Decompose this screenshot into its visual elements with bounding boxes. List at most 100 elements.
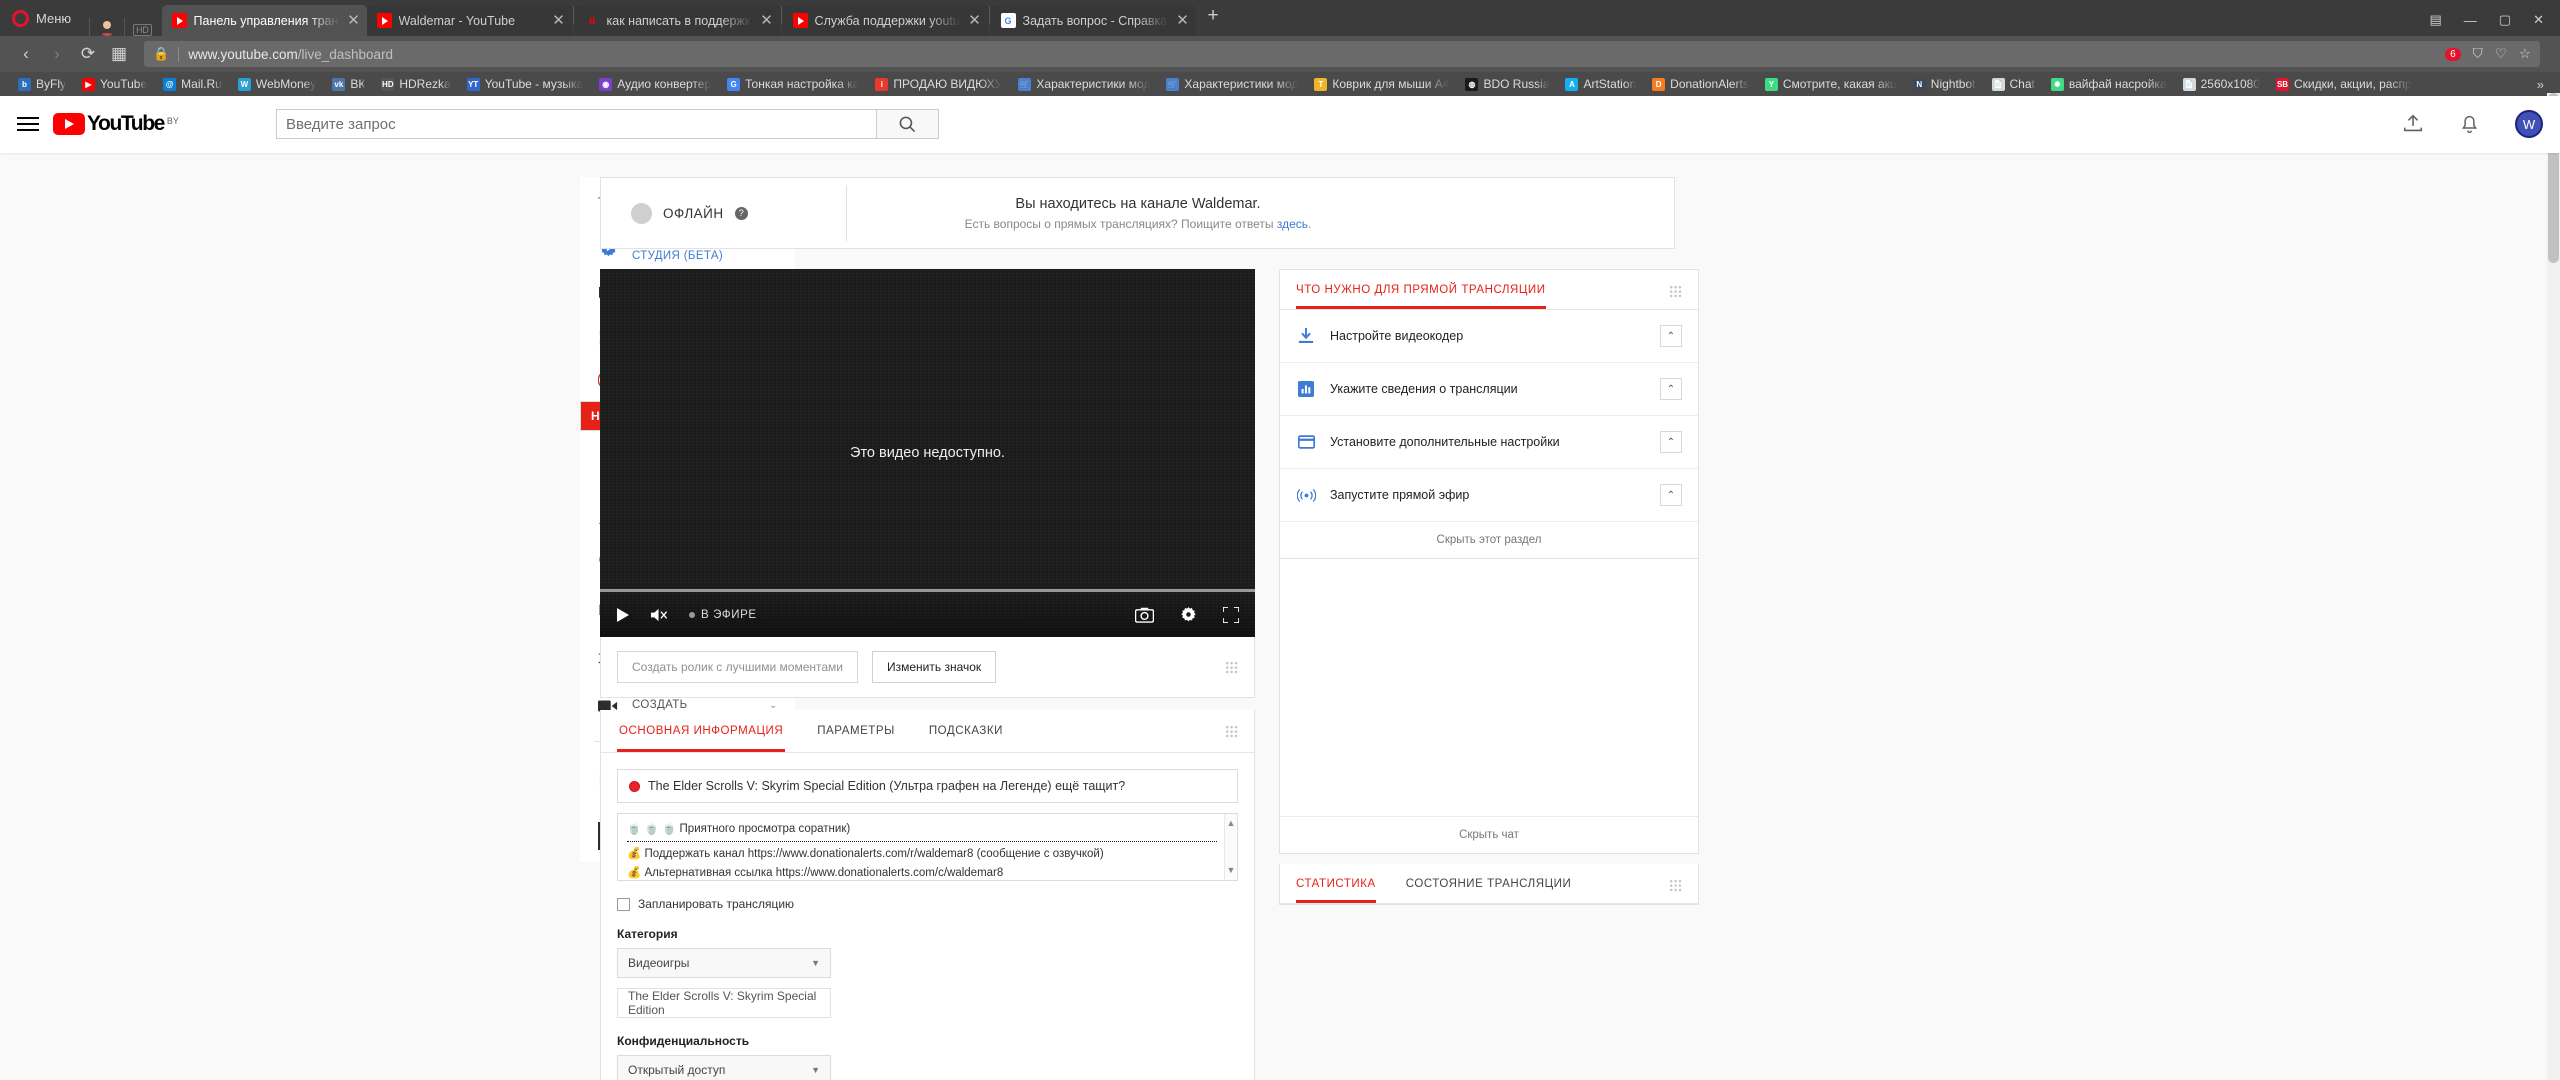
checklist-item-advanced[interactable]: Установите дополнительные настройки ⌃ xyxy=(1280,416,1698,469)
close-window-button[interactable]: ✕ xyxy=(2533,12,2544,28)
browser-tab-1[interactable]: Waldemar - YouTube ✕ xyxy=(366,5,572,36)
camera-icon[interactable] xyxy=(1135,607,1154,623)
bookmark-item[interactable]: Y Смотрите, какая акц xyxy=(1757,72,1905,96)
bookmark-item[interactable]: vk ВК xyxy=(324,72,373,96)
category-select[interactable]: Видеоигры ▼ xyxy=(617,948,831,978)
new-tab-button[interactable]: + xyxy=(1196,6,1231,31)
help-here-link[interactable]: здесь xyxy=(1277,217,1308,231)
scrollbar[interactable]: ▲ ▼ xyxy=(1224,814,1237,880)
checklist-item-golive[interactable]: Запустите прямой эфир ⌃ xyxy=(1280,469,1698,522)
play-icon[interactable] xyxy=(616,607,630,623)
drag-handle-icon[interactable] xyxy=(1225,660,1238,674)
browser-tab-2[interactable]: Я как написать в поддержк ✕ xyxy=(574,5,780,36)
expand-icon[interactable]: ⌃ xyxy=(1660,431,1682,453)
page-scrollbar[interactable] xyxy=(2547,93,2560,1080)
browser-tab-4[interactable]: G Задать вопрос - Справка ✕ xyxy=(990,5,1196,36)
back-button[interactable]: ‹ xyxy=(12,40,40,68)
expand-icon[interactable]: ⌃ xyxy=(1660,325,1682,347)
bookmark-item[interactable]: T Коврик для мыши A4 xyxy=(1306,72,1457,96)
schedule-checkbox[interactable] xyxy=(617,897,630,911)
game-title-input[interactable]: The Elder Scrolls V: Skyrim Special Edit… xyxy=(617,988,831,1018)
hide-chat-link[interactable]: Скрыть чат xyxy=(1280,816,1698,853)
scroll-up-icon[interactable]: ▲ xyxy=(1227,816,1236,831)
tab-parameters[interactable]: ПАРАМЕТРЫ xyxy=(815,710,897,752)
question-mark-icon[interactable]: ? xyxy=(734,206,748,220)
bell-icon[interactable] xyxy=(2459,114,2480,135)
tab-cards[interactable]: ПОДСКАЗКИ xyxy=(927,710,1005,752)
bookmark-item[interactable]: b ByFly xyxy=(10,72,74,96)
tab-statistics[interactable]: СТАТИСТИКА xyxy=(1296,878,1376,903)
bookmarks-overflow-button[interactable]: » xyxy=(2531,77,2550,92)
video-player[interactable]: Это видео недоступно. В ЭФИРЕ xyxy=(600,269,1255,637)
bookmark-item[interactable]: D DonationAlerts xyxy=(1644,72,1757,96)
change-thumbnail-button[interactable]: Изменить значок xyxy=(871,651,997,683)
heart-icon[interactable]: ♡ xyxy=(2495,46,2507,62)
bookmark-item[interactable]: W WebMoney xyxy=(230,72,324,96)
bookmark-star-icon[interactable]: ☆ xyxy=(2519,46,2531,62)
stream-description-textarea[interactable]: 🍵 🍵 🍵 Приятного просмотра соратник) 💰 По… xyxy=(617,813,1238,881)
stream-title-input[interactable]: The Elder Scrolls V: Skyrim Special Edit… xyxy=(617,769,1238,803)
muted-volume-icon[interactable] xyxy=(650,607,669,623)
drag-handle-icon[interactable] xyxy=(1225,724,1238,738)
minimize-button[interactable]: — xyxy=(2464,13,2477,28)
search-icon[interactable] xyxy=(875,109,939,139)
bookmark-item[interactable]: i ПРОДАЮ ВИДЮХУ xyxy=(867,72,1010,96)
address-bar[interactable]: 🔒 www.youtube.com/live_dashboard 6 ⛉ ♡ ☆ xyxy=(144,41,2540,67)
browser-tab-3[interactable]: Служба поддержки youtu ✕ xyxy=(782,5,988,36)
bookmark-item[interactable]: 🛒 Характеристики мод xyxy=(1010,72,1158,96)
opera-menu-button[interactable]: Меню xyxy=(4,0,81,36)
bookmark-item[interactable]: SB Скидки, акции, распр xyxy=(2268,72,2420,96)
bookmark-item[interactable]: 📄 2560x1080 xyxy=(2175,72,2268,96)
profile-avatar-icon[interactable] xyxy=(98,18,117,36)
drag-handle-icon[interactable] xyxy=(1669,879,1682,892)
bookmark-item[interactable]: N Nightbot xyxy=(1905,72,1984,96)
omnibox-actions: 6 ⛉ ♡ ☆ xyxy=(2445,46,2531,62)
bookmark-favicon-icon: HD xyxy=(381,77,395,91)
close-icon[interactable]: ✕ xyxy=(347,13,361,28)
bookmark-item[interactable]: HD HDRezka xyxy=(373,72,458,96)
close-icon[interactable]: ✕ xyxy=(552,13,566,28)
forward-button[interactable]: › xyxy=(43,40,71,68)
tab-stream-health[interactable]: СОСТОЯНИЕ ТРАНСЛЯЦИИ xyxy=(1406,878,1572,903)
bookmark-item[interactable]: ✹ вайфай насройка xyxy=(2043,72,2175,96)
close-icon[interactable]: ✕ xyxy=(968,13,982,28)
tab-basic-info[interactable]: ОСНОВНАЯ ИНФОРМАЦИЯ xyxy=(617,710,786,752)
gear-icon[interactable] xyxy=(1180,606,1197,623)
close-icon[interactable]: ✕ xyxy=(760,13,774,28)
panels-icon[interactable]: ▤ xyxy=(2430,12,2442,28)
shield-icon[interactable]: ⛉ xyxy=(2473,46,2483,62)
speed-dial-button[interactable]: ▦ xyxy=(105,40,133,68)
bookmark-item[interactable]: ◍ BDO Russia xyxy=(1457,72,1557,96)
bookmark-item[interactable]: G Тонкая настройка ка xyxy=(719,72,867,96)
browser-tab-0[interactable]: Панель управления транс ✕ xyxy=(161,5,367,36)
bookmark-item[interactable]: 🛒 Характеристики мод xyxy=(1158,72,1306,96)
youtube-icon xyxy=(792,13,808,28)
divider xyxy=(780,6,782,24)
create-highlight-button[interactable]: Создать ролик с лучшими моментами xyxy=(617,651,858,683)
search-input[interactable] xyxy=(275,109,876,139)
bookmark-item[interactable]: A ArtStation xyxy=(1557,72,1644,96)
expand-icon[interactable]: ⌃ xyxy=(1660,484,1682,506)
bookmark-item[interactable]: YT YouTube - музыка xyxy=(459,72,592,96)
upload-icon[interactable] xyxy=(2402,113,2424,135)
bookmark-item[interactable]: ◉ Аудио конвертер xyxy=(591,72,719,96)
scroll-down-icon[interactable]: ▼ xyxy=(1227,863,1236,878)
maximize-button[interactable]: ▢ xyxy=(2499,12,2511,28)
bookmark-item[interactable]: 📄 Chat xyxy=(1984,72,2043,96)
menu-icon[interactable] xyxy=(17,117,39,131)
privacy-select[interactable]: Открытый доступ ▼ xyxy=(617,1055,831,1080)
checklist-item-details[interactable]: Укажите сведения о трансляции ⌃ xyxy=(1280,363,1698,416)
expand-icon[interactable]: ⌃ xyxy=(1660,378,1682,400)
fullscreen-icon[interactable] xyxy=(1223,606,1239,623)
schedule-checkbox-row[interactable]: Запланировать трансляцию xyxy=(617,897,1238,911)
avatar[interactable]: W xyxy=(2515,110,2543,138)
drag-handle-icon[interactable] xyxy=(1669,285,1682,298)
bookmark-item[interactable]: ▶ YouTube xyxy=(74,72,155,96)
blocker-count-badge[interactable]: 6 xyxy=(2445,47,2461,61)
checklist-item-encoder[interactable]: Настройте видеокодер ⌃ xyxy=(1280,310,1698,363)
collapse-section-link[interactable]: Скрыть этот раздел xyxy=(1280,522,1698,558)
bookmark-item[interactable]: @ Mail.Ru xyxy=(155,72,230,96)
youtube-logo[interactable]: YouTube BY xyxy=(53,112,179,136)
reload-button[interactable]: ⟳ xyxy=(74,40,102,68)
close-icon[interactable]: ✕ xyxy=(1176,13,1190,28)
